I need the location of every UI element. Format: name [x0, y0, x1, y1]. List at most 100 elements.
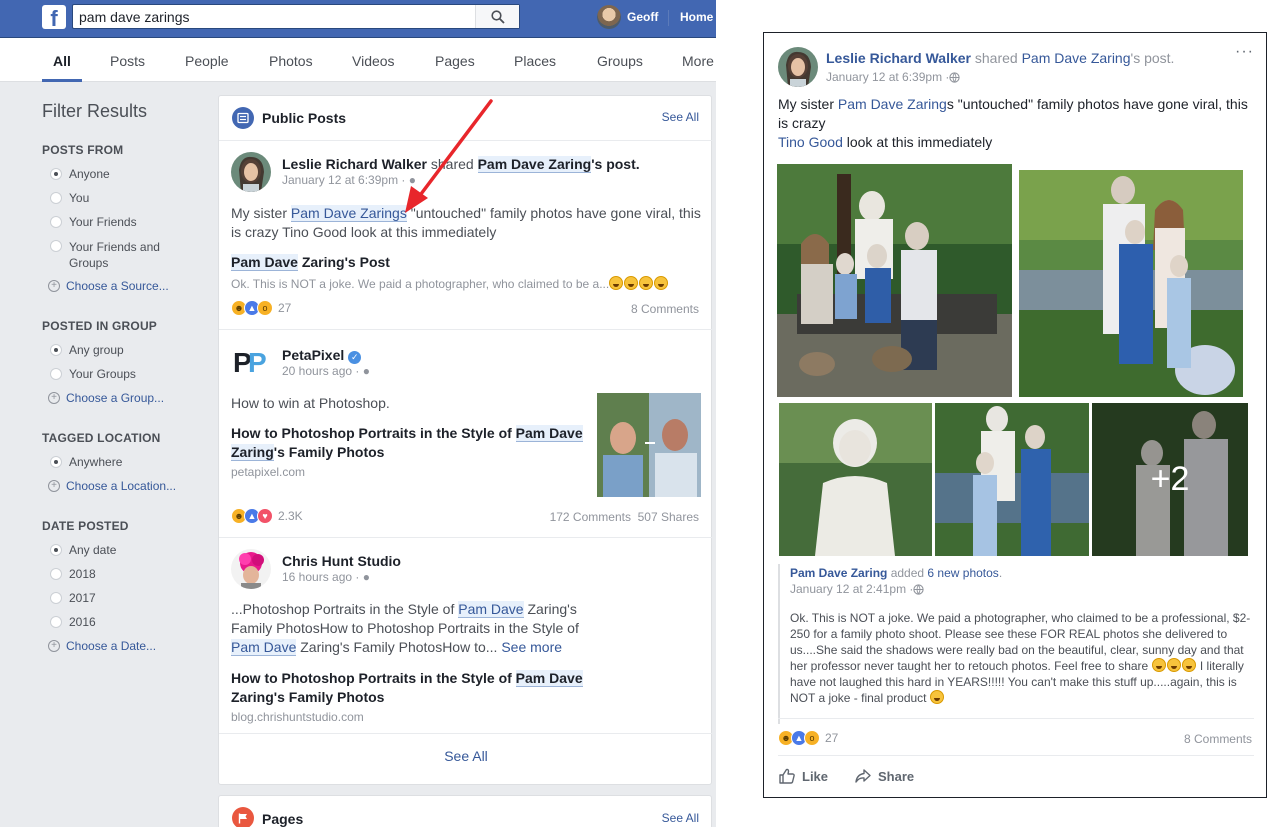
card-divider	[219, 537, 713, 538]
plus-circle-icon: +	[48, 280, 60, 292]
filter-heading-date-posted: DATE POSTED	[42, 519, 129, 533]
laughing-emoji-icon	[1181, 658, 1196, 672]
tab-more[interactable]: More	[682, 53, 714, 69]
post-options-icon[interactable]: ···	[1235, 43, 1254, 61]
filter-option-any-date[interactable]: Any date	[50, 543, 116, 557]
tab-all[interactable]: All	[53, 53, 71, 69]
plus-circle-icon: +	[48, 480, 60, 492]
photo-family-standing[interactable]	[1019, 170, 1243, 397]
globe-icon: ●	[362, 570, 370, 584]
avatar-leslie[interactable]	[778, 47, 818, 87]
choose-location-link[interactable]: + Choose a Location...	[48, 479, 176, 493]
tab-people[interactable]: People	[185, 53, 229, 69]
link-thumbnail[interactable]	[597, 393, 701, 497]
photo-grandmother-with-boys[interactable]	[935, 403, 1089, 556]
filter-option-anyone[interactable]: Anyone	[50, 167, 110, 181]
plus-circle-icon: +	[48, 640, 60, 652]
facebook-logo-icon[interactable]: f	[42, 5, 66, 29]
wow-reaction-icon: o	[257, 300, 273, 316]
shared-post-timestamp[interactable]: January 12 at 2:41pm ·	[790, 582, 913, 596]
shared-from-link[interactable]: Pam Dave Zaring	[1022, 50, 1131, 66]
globe-icon: ●	[362, 364, 370, 378]
public-posts-see-all-link[interactable]: See All	[662, 110, 699, 124]
see-all-posts-link[interactable]: See All	[219, 748, 713, 764]
author-name-link[interactable]: Chris Hunt Studio	[282, 553, 401, 569]
pages-section-title: Pages	[262, 811, 304, 827]
user-avatar[interactable]	[597, 5, 621, 29]
home-link[interactable]: Home	[680, 10, 713, 24]
filter-title: Filter Results	[42, 101, 148, 121]
tab-places[interactable]: Places	[514, 53, 556, 69]
filter-option-any-group[interactable]: Any group	[50, 343, 124, 357]
tab-posts[interactable]: Posts	[110, 53, 145, 69]
filter-option-friends-and-groups[interactable]: Your Friends and Groups	[50, 239, 170, 271]
reaction-summary[interactable]: ☻ ▲ o 27	[778, 730, 838, 746]
post-timestamp[interactable]: January 12 at 6:39pm ·	[826, 70, 949, 84]
comments-count-link[interactable]: 8 Comments	[631, 302, 699, 316]
laughing-emoji-icon	[1151, 658, 1166, 672]
tab-videos[interactable]: Videos	[352, 53, 395, 69]
public-posts-title: Public Posts	[262, 110, 347, 126]
avatar-chris-hunt-studio[interactable]	[231, 549, 271, 589]
filter-option-anywhere[interactable]: Anywhere	[50, 455, 122, 469]
tagged-friend-link[interactable]: Tino Good	[778, 134, 843, 150]
author-name-link[interactable]: Leslie Richard Walker	[282, 156, 427, 172]
filter-option-2016[interactable]: 2016	[50, 615, 96, 629]
public-posts-card: Public Posts See All Leslie Richard Walk…	[218, 95, 713, 785]
filter-option-your-groups[interactable]: Your Groups	[50, 367, 136, 381]
filter-option-you[interactable]: You	[50, 191, 89, 205]
shared-author-link[interactable]: Pam Dave Zaring	[790, 566, 887, 580]
post-body: ...Photoshop Portraits in the Style of P…	[231, 601, 579, 656]
avatar-leslie[interactable]	[231, 152, 271, 192]
tab-photos[interactable]: Photos	[269, 53, 313, 69]
photo-more-overlay[interactable]: +2	[1092, 403, 1248, 556]
petapixel-logo[interactable]: PP	[231, 342, 271, 382]
wow-reaction-icon: o	[804, 730, 820, 746]
see-more-link[interactable]: See more	[501, 639, 562, 655]
search-input[interactable]	[79, 7, 469, 27]
author-name-link[interactable]: Leslie Richard Walker	[826, 50, 971, 66]
pages-card: Pages See All	[218, 795, 712, 827]
photo-grandmother[interactable]	[779, 403, 932, 556]
filter-option-2017[interactable]: 2017	[50, 591, 96, 605]
mention-link[interactable]: Pam Dave Zaring	[838, 96, 947, 112]
more-photos-count: +2	[1092, 403, 1248, 556]
reaction-summary[interactable]: ☻ ▲ ♥ 2.3K	[231, 508, 303, 524]
like-button[interactable]: Like	[778, 767, 828, 785]
photo-family-bench[interactable]	[777, 164, 1012, 397]
filter-heading-posted-in-group: POSTED IN GROUP	[42, 319, 158, 333]
shared-link-title[interactable]: How to Photoshop Portraits in the Style …	[231, 424, 591, 462]
post-timestamp[interactable]: January 12 at 6:39pm ·	[282, 173, 409, 187]
tab-pages[interactable]: Pages	[435, 53, 475, 69]
shared-from-link[interactable]: Pam Dave Zaring	[477, 156, 592, 173]
search-icon	[490, 9, 505, 24]
new-photos-link[interactable]: 6 new photos	[927, 566, 998, 580]
post-timestamp[interactable]: 16 hours ago ·	[282, 570, 363, 584]
radio-selected-icon	[50, 544, 62, 556]
comments-shares-count[interactable]: 172 Comments 507 Shares	[550, 510, 699, 524]
mention-link[interactable]: Pam Dave Zarings	[290, 205, 407, 222]
choose-source-link[interactable]: + Choose a Source...	[48, 279, 169, 293]
filter-option-your-friends[interactable]: Your Friends	[50, 215, 137, 229]
radio-icon	[50, 568, 62, 580]
author-name-link[interactable]: PetaPixel	[282, 347, 344, 363]
post-timestamp[interactable]: 20 hours ago ·	[282, 364, 363, 378]
post-meta: January 12 at 6:39pm · ●	[282, 173, 416, 187]
choose-date-link[interactable]: + Choose a Date...	[48, 639, 156, 653]
search-button[interactable]	[475, 5, 519, 28]
choose-group-link[interactable]: + Choose a Group...	[48, 391, 164, 405]
laughing-emoji-icon	[609, 276, 624, 290]
filter-option-2018[interactable]: 2018	[50, 567, 96, 581]
shared-link-title[interactable]: How to Photoshop Portraits in the Style …	[231, 669, 611, 707]
reaction-summary[interactable]: ☻ ▲ o 27	[231, 300, 291, 316]
comments-count-link[interactable]: 8 Comments	[1184, 732, 1252, 746]
link-domain: blog.chrishuntstudio.com	[231, 710, 364, 724]
pages-see-all-link[interactable]: See All	[662, 811, 699, 825]
verified-badge-icon: ✓	[348, 351, 362, 364]
user-name-link[interactable]: Geoff	[627, 10, 658, 24]
share-button[interactable]: Share	[854, 767, 914, 785]
tab-groups[interactable]: Groups	[597, 53, 643, 69]
globe-icon	[949, 71, 961, 83]
shared-link-title[interactable]: Pam Dave Zaring's Post	[231, 253, 390, 272]
svg-text:P: P	[248, 347, 267, 378]
